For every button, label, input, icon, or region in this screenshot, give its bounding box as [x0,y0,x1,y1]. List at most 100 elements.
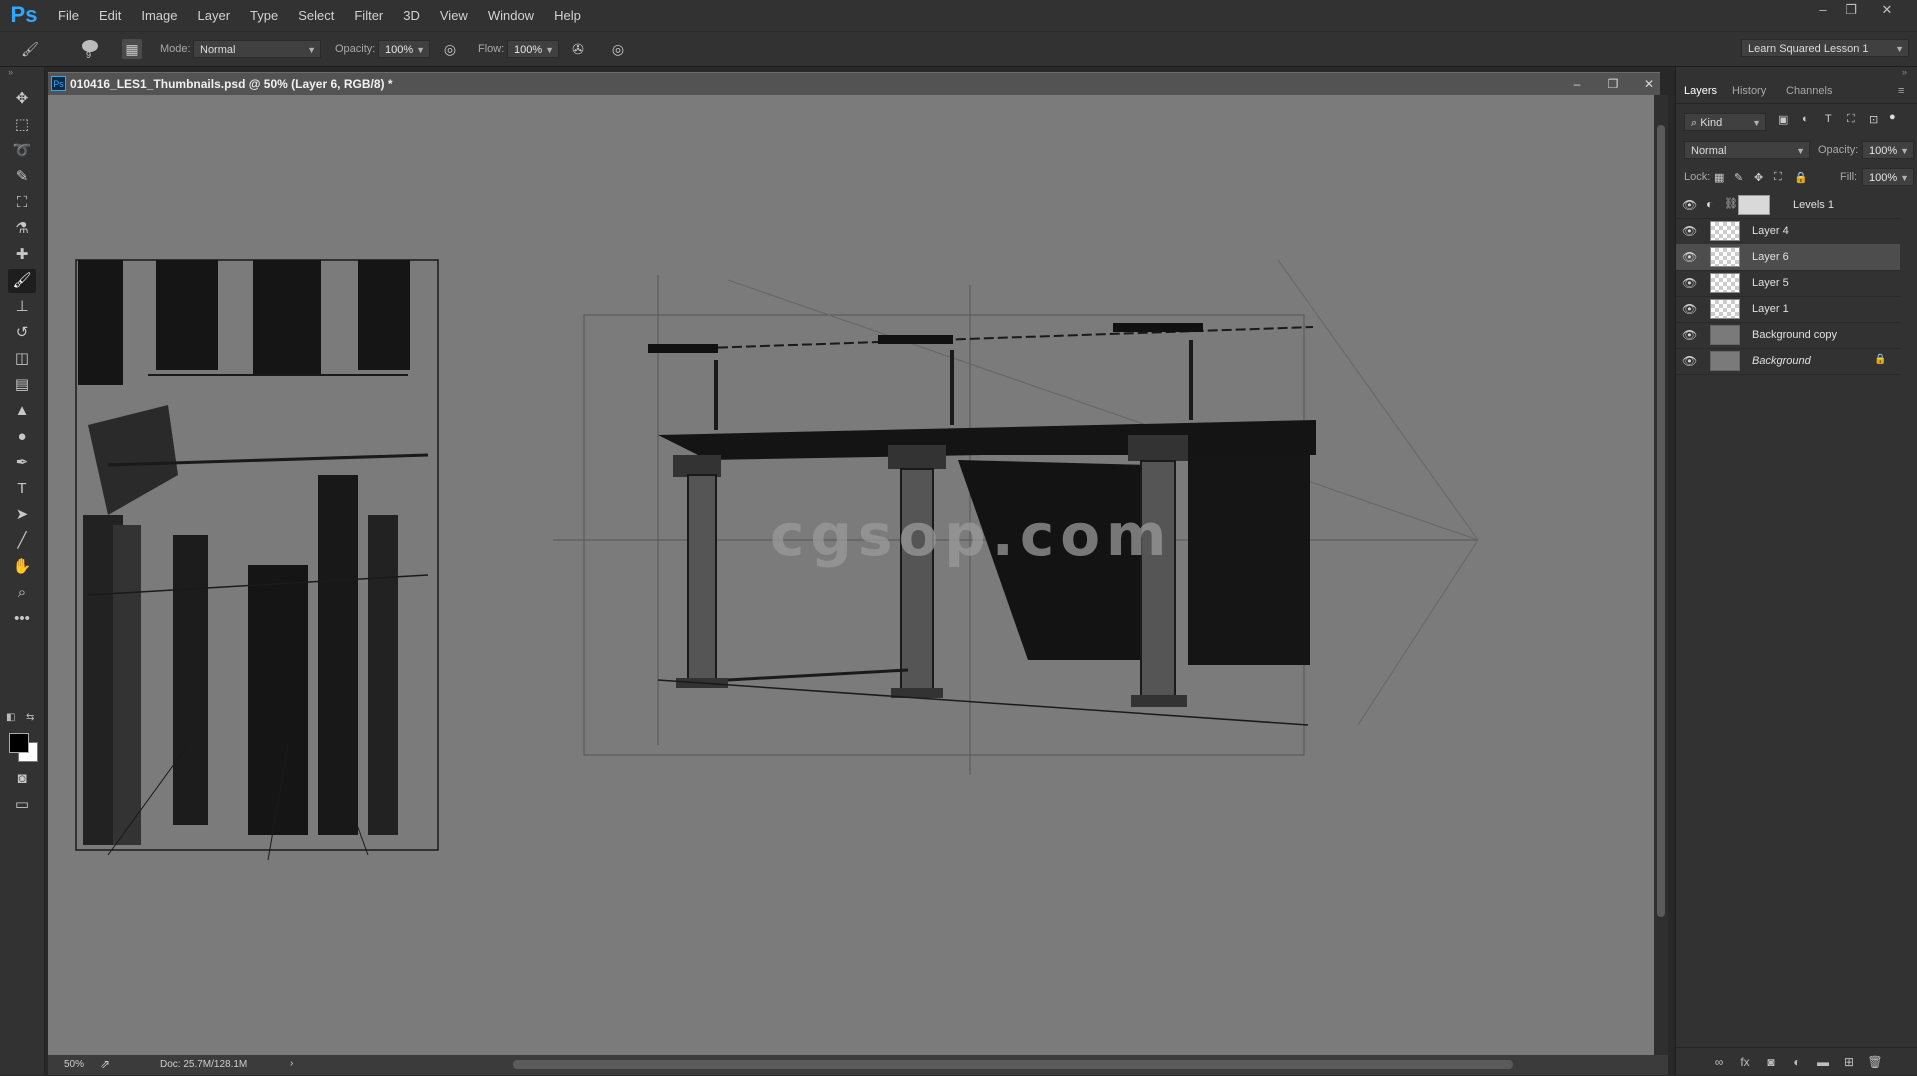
menu-type[interactable]: Type [240,0,288,31]
filter-smart-object-icon[interactable]: ⊡ [1869,113,1878,126]
layer-style-icon[interactable]: fx [1736,1054,1754,1070]
new-group-icon[interactable]: ▬ [1814,1054,1832,1070]
mode-dropdown[interactable]: Normal ▼ [193,40,321,58]
brush-preset-icon[interactable]: 🖌 [20,39,40,59]
vertical-scrollbar[interactable] [1654,95,1668,1055]
layer-mask-thumbnail[interactable] [1738,195,1770,215]
layer-row[interactable]: 👁 Background 🔒 [1676,348,1900,375]
filter-pixel-icon[interactable]: ▣ [1778,113,1788,126]
delete-layer-icon[interactable]: 🗑 [1866,1054,1884,1070]
add-mask-icon[interactable]: ◙ [1762,1054,1780,1070]
move-tool[interactable]: ✥ [8,87,36,111]
brush-tool[interactable]: 🖌 [8,269,36,293]
marquee-tool[interactable]: ⬚ [8,113,36,137]
visibility-eye-icon[interactable]: 👁 [1682,302,1697,316]
menu-window[interactable]: Window [478,0,544,31]
layer-thumbnail[interactable] [1710,351,1740,371]
workspace-dropdown[interactable]: Learn Squared Lesson 1 ▼ [1741,39,1909,57]
lock-all-icon[interactable]: 🔒 [1794,171,1808,184]
flow-field[interactable]: 100% ▼ [507,40,559,58]
pressure-opacity-icon[interactable]: ◎ [440,39,460,59]
swap-colors-icon[interactable]: ⇆ [26,712,34,723]
status-menu-arrow-icon[interactable]: › [290,1058,293,1069]
visibility-eye-icon[interactable]: 👁 [1682,250,1697,264]
menu-3d[interactable]: 3D [393,0,430,31]
filter-adjustment-icon[interactable]: ◐ [1802,113,1809,125]
new-adjustment-icon[interactable]: ◐ [1788,1054,1806,1070]
lock-image-icon[interactable]: ✎ [1734,171,1743,184]
lock-transparent-icon[interactable]: ▦ [1714,171,1724,184]
filter-shape-icon[interactable]: ⛶ [1847,113,1855,126]
menu-edit[interactable]: Edit [89,0,131,31]
type-tool[interactable]: T [8,477,36,501]
path-select-tool[interactable]: ➤ [8,503,36,527]
more-tools[interactable]: ••• [8,607,36,631]
line-tool[interactable]: ╱ [8,529,36,553]
visibility-eye-icon[interactable]: 👁 [1682,198,1697,212]
opacity-field[interactable]: 100% ▼ [378,40,430,58]
collapse-icon[interactable]: » [8,67,13,77]
layer-row[interactable]: 👁 Layer 1 [1676,296,1900,323]
airbrush-icon[interactable]: ✇ [568,39,588,59]
document-canvas[interactable]: cgsop.com [48,95,1654,1055]
new-layer-icon[interactable]: ⊞ [1840,1054,1858,1070]
healing-brush-tool[interactable]: ✚ [8,243,36,267]
zoom-level[interactable]: 50% [64,1059,84,1070]
layer-filter-dropdown[interactable]: ⌕ Kind ▼ [1684,113,1766,131]
menu-help[interactable]: Help [544,0,591,31]
panel-collapse-icon[interactable]: » [1902,67,1907,77]
filter-type-icon[interactable]: T [1825,113,1832,125]
doc-restore-button[interactable]: ❐ [1602,76,1624,92]
default-colors-icon[interactable]: ◧ [6,712,15,723]
dodge-tool[interactable]: ● [8,425,36,449]
blur-tool[interactable]: ▲ [8,399,36,423]
visibility-eye-icon[interactable]: 👁 [1682,276,1697,290]
doc-minimize-button[interactable]: – [1566,76,1588,92]
panel-menu-icon[interactable]: ≡ [1898,79,1904,103]
layer-row[interactable]: 👁 Layer 6 [1676,244,1900,271]
pen-tool[interactable]: ✒ [8,451,36,475]
screen-mode-icon[interactable]: ▭ [8,793,36,817]
hand-tool[interactable]: ✋ [8,555,36,579]
pressure-size-icon[interactable]: ◎ [608,39,628,59]
link-layers-icon[interactable]: ∞ [1710,1054,1728,1070]
gradient-tool[interactable]: ▤ [8,373,36,397]
lock-artboard-icon[interactable]: ⛶ [1774,171,1782,184]
doc-close-button[interactable]: ✕ [1638,76,1660,92]
lock-position-icon[interactable]: ✥ [1754,171,1763,184]
share-icon[interactable]: ⇗ [100,1057,110,1071]
menu-filter[interactable]: Filter [344,0,393,31]
menu-select[interactable]: Select [288,0,344,31]
lasso-tool[interactable]: ➰ [8,139,36,163]
layer-thumbnail[interactable] [1710,221,1740,241]
tab-history[interactable]: History [1732,79,1766,103]
quick-select-tool[interactable]: ✎ [8,165,36,189]
menu-image[interactable]: Image [131,0,187,31]
zoom-tool[interactable]: ⌕ [8,581,36,605]
menu-view[interactable]: View [430,0,478,31]
layer-thumbnail[interactable] [1710,299,1740,319]
layer-row[interactable]: 👁 Layer 5 [1676,270,1900,297]
layer-thumbnail[interactable] [1710,247,1740,267]
layer-fill-field[interactable]: 100% ▼ [1862,168,1914,186]
brush-panel-icon[interactable]: ▦ [122,39,142,59]
minimize-window-button[interactable]: – [1810,2,1836,18]
stamp-tool[interactable]: ⊥ [8,295,36,319]
eyedropper-tool[interactable]: ⚗ [8,217,36,241]
restore-window-button[interactable]: ❐ [1838,2,1864,18]
menu-file[interactable]: File [48,0,89,31]
layer-row[interactable]: 👁 Background copy [1676,322,1900,349]
foreground-color-swatch[interactable] [9,733,29,753]
vertical-scroll-thumb[interactable] [1657,125,1665,917]
visibility-eye-icon[interactable]: 👁 [1682,224,1697,238]
visibility-eye-icon[interactable]: 👁 [1682,328,1697,342]
tab-channels[interactable]: Channels [1786,79,1832,103]
menu-layer[interactable]: Layer [188,0,241,31]
tab-layers[interactable]: Layers [1684,79,1717,103]
history-brush-tool[interactable]: ↺ [8,321,36,345]
layer-row[interactable]: 👁 Layer 4 [1676,218,1900,245]
horizontal-scroll-thumb[interactable] [513,1060,1513,1069]
mask-link-icon[interactable]: ⛓ [1724,197,1738,210]
eraser-tool[interactable]: ◫ [8,347,36,371]
quick-mask-icon[interactable]: ◙ [8,767,36,791]
